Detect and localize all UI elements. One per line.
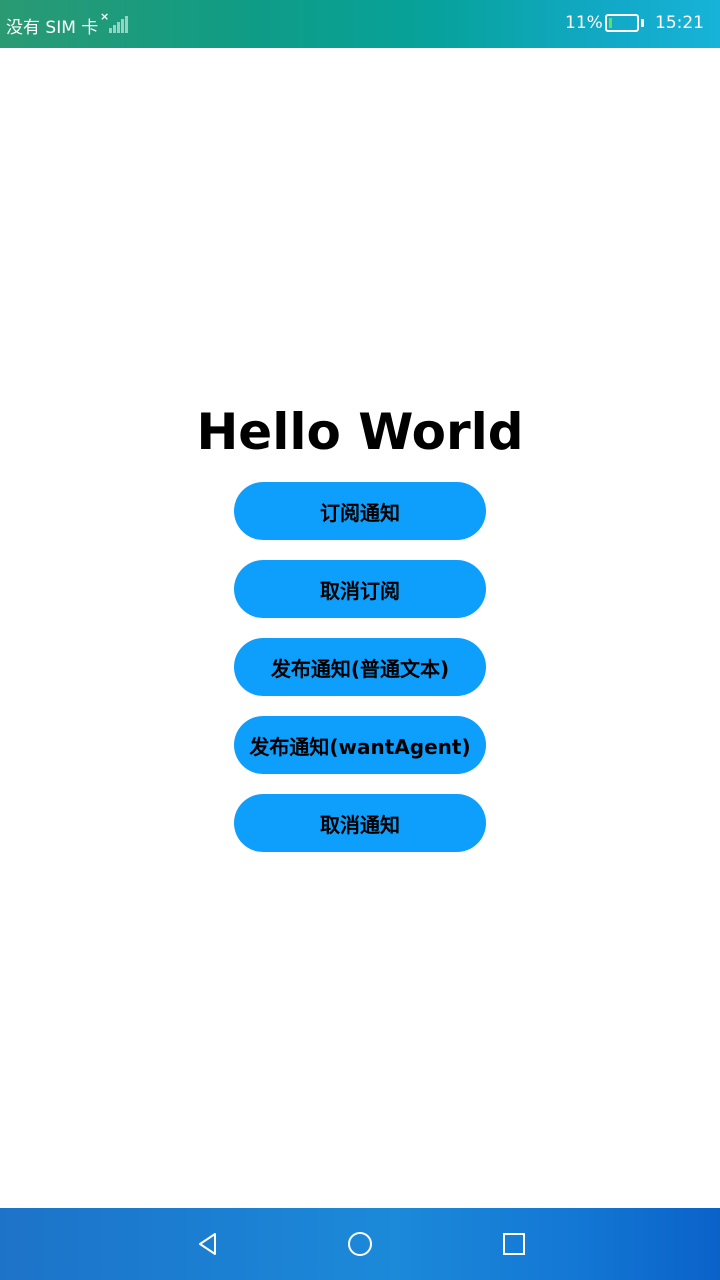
subscribe-notification-button[interactable]: 订阅通知 xyxy=(234,482,486,540)
battery-icon xyxy=(605,14,639,32)
status-bar: 没有 SIM 卡 × 11% 15:21 xyxy=(0,0,720,48)
carrier-text: 没有 SIM 卡 xyxy=(6,18,99,38)
recent-apps-icon[interactable] xyxy=(503,1233,525,1255)
publish-wantagent-notification-button[interactable]: 发布通知(wantAgent) xyxy=(234,716,486,774)
back-icon[interactable] xyxy=(196,1232,220,1256)
battery-tip xyxy=(641,19,644,27)
battery-level xyxy=(609,18,612,28)
no-signal-icon: × xyxy=(100,10,128,35)
home-icon[interactable] xyxy=(348,1232,372,1256)
cancel-notification-button[interactable]: 取消通知 xyxy=(234,794,486,852)
page-title: Hello World xyxy=(196,403,524,461)
clock: 15:21 xyxy=(655,13,704,33)
unsubscribe-button[interactable]: 取消订阅 xyxy=(234,560,486,618)
publish-text-notification-button[interactable]: 发布通知(普通文本) xyxy=(234,638,486,696)
battery-percent: 11% xyxy=(565,13,603,33)
